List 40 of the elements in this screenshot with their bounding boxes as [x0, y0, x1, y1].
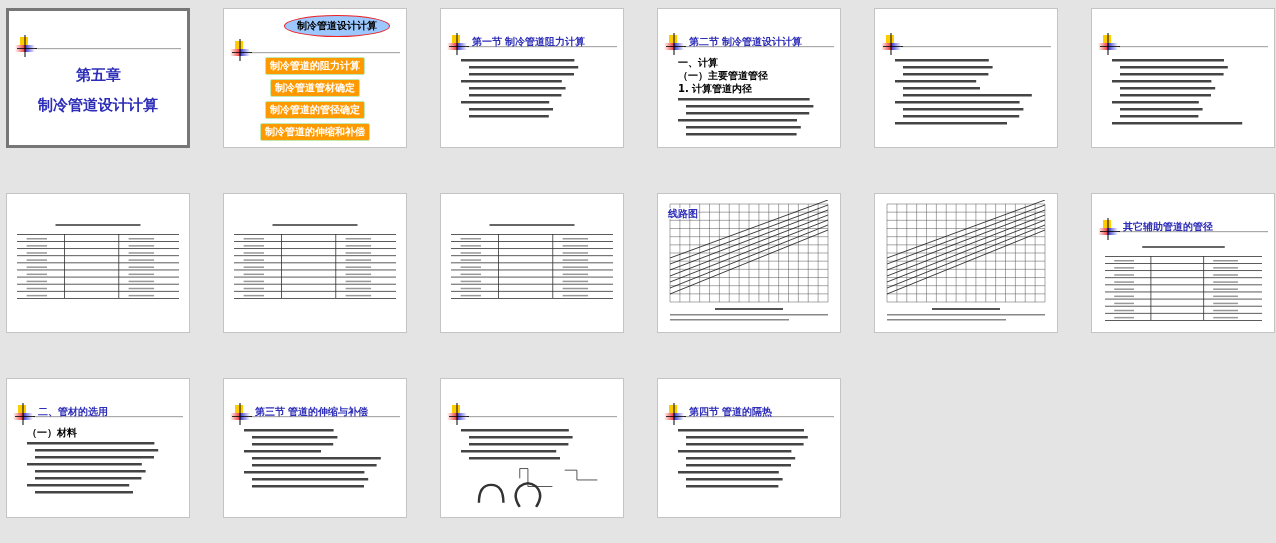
slide-thumbnail[interactable]: 第五章 制冷管道设计计算	[6, 8, 190, 148]
slide-thumbnail[interactable]	[874, 8, 1058, 148]
slide-text: 1. 计算管道内径	[678, 83, 754, 94]
slide-text: （一）材料	[27, 427, 78, 438]
slide-title: 第五章	[74, 65, 122, 86]
slide-thumbnail[interactable]: 第一节 制冷管道阻力计算	[440, 8, 624, 148]
slide-thumbnail[interactable]: 第四节 管道的隔热	[657, 378, 841, 518]
slide-heading: 二、管材的选用	[38, 406, 108, 419]
squares-icon	[447, 33, 469, 55]
slide-heading: 第四节 管道的隔热	[689, 406, 773, 419]
slide-heading: 第一节 制冷管道阻力计算	[472, 36, 586, 49]
slide-thumbnail[interactable]: 线路图	[657, 193, 841, 333]
slide-thumbnail[interactable]: 第二节 制冷管道设计计算 一、计算 （一）主要管道管径 1. 计算管道内径	[657, 8, 841, 148]
squares-icon	[447, 403, 469, 425]
slide-heading: 第二节 制冷管道设计计算	[689, 36, 803, 49]
squares-icon	[1098, 218, 1120, 240]
slide-text: （一）主要管道管径	[678, 70, 769, 81]
squares-icon	[13, 403, 35, 425]
squares-icon	[664, 403, 686, 425]
slide-text: 一、计算	[678, 57, 719, 68]
squares-icon	[1098, 33, 1120, 55]
squares-icon	[664, 33, 686, 55]
slide-thumbnail[interactable]	[6, 193, 190, 333]
slide-thumbnail[interactable]	[874, 193, 1058, 333]
chart-label: 线路图	[668, 208, 698, 219]
squares-icon	[230, 403, 252, 425]
squares-icon	[230, 39, 252, 61]
slide-thumbnail[interactable]	[223, 193, 407, 333]
slide-thumbnail[interactable]: 其它辅助管道的管径	[1091, 193, 1275, 333]
cloud-callout: 制冷管道设计计算	[284, 15, 390, 37]
slide-thumbnail[interactable]: 二、管材的选用 （一）材料	[6, 378, 190, 518]
slide-thumbnail[interactable]	[440, 378, 624, 518]
slide-title: 制冷管道设计计算	[37, 95, 159, 116]
squares-icon	[881, 33, 903, 55]
slide-thumbnail[interactable]	[440, 193, 624, 333]
slide-thumbnail[interactable]	[1091, 8, 1275, 148]
slide-heading: 第三节 管道的伸缩与补偿	[255, 406, 369, 419]
slide-thumbnail[interactable]: 第三节 管道的伸缩与补偿	[223, 378, 407, 518]
slide-heading: 其它辅助管道的管径	[1123, 221, 1213, 234]
squares-icon	[15, 35, 37, 57]
